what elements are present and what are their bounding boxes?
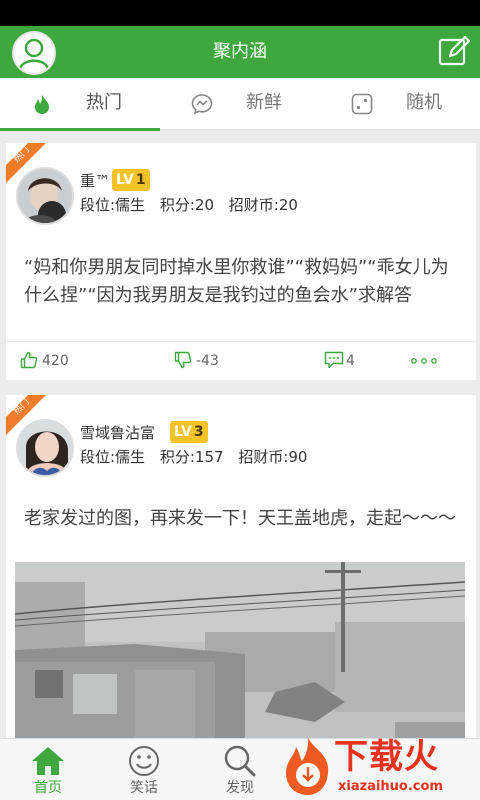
more-icon — [411, 358, 437, 364]
smiley-icon — [129, 746, 159, 776]
chat-bubble-icon — [191, 94, 213, 115]
post-text[interactable]: 老家发过的图，再来发一下！天王盖地虎，走起〜〜〜 — [24, 505, 464, 533]
thumbs-up-icon — [20, 351, 38, 369]
compose-button[interactable] — [438, 35, 471, 68]
post-card[interactable]: 热门 雪域鲁沾富 LV 3 段位:儒生 积分:157 招财币:90 老家发过的图，… — [6, 395, 476, 740]
watermark-url: xiazaihuo.com — [338, 779, 443, 794]
nav-discover-label: 发现 — [226, 780, 254, 796]
tab-random[interactable]: 随机 — [320, 78, 480, 130]
more-button[interactable] — [410, 350, 438, 372]
post-image[interactable] — [15, 562, 465, 740]
dice-icon — [351, 93, 373, 115]
user-rank: 段位:儒生 — [80, 196, 146, 214]
level-badge: LV 1 — [112, 169, 150, 191]
avatar[interactable] — [16, 419, 74, 477]
post-card[interactable]: 热门 重™ LV 1 段位:儒生 积分:20 招财币:20 “妈和你男朋友同时掉水… — [6, 143, 476, 380]
tab-hot-label: 热门 — [86, 92, 122, 113]
user-stats: 段位:儒生 积分:20 招财币:20 — [80, 195, 308, 215]
app-header: 聚内涵 — [0, 26, 480, 78]
nav-home[interactable]: 首页 — [0, 739, 96, 800]
active-tab-indicator — [0, 128, 160, 131]
profile-avatar-button[interactable] — [12, 31, 56, 75]
nav-jokes[interactable]: 笑话 — [96, 739, 192, 800]
flame-icon — [35, 94, 49, 114]
like-count: 420 — [42, 353, 69, 369]
search-icon — [224, 745, 256, 777]
nav-discover[interactable]: 发现 — [192, 739, 288, 800]
avatar[interactable] — [16, 167, 74, 225]
app-title: 聚内涵 — [213, 41, 267, 62]
comment-count: 4 — [346, 353, 355, 369]
thumbs-down-icon — [174, 351, 192, 369]
comment-icon — [324, 351, 344, 369]
tab-random-label: 随机 — [406, 92, 442, 113]
post-author[interactable]: 重™ — [80, 171, 110, 191]
flame-logo-icon — [286, 737, 329, 795]
post-text[interactable]: “妈和你男朋友同时掉水里你救谁”“救妈妈”“乖女儿为什么捏”“因为我男朋友是我钓… — [24, 254, 464, 310]
user-points: 积分:157 — [159, 448, 224, 466]
nav-home-label: 首页 — [34, 780, 62, 796]
tab-fresh-label: 新鲜 — [246, 92, 282, 113]
edit-icon — [438, 35, 471, 66]
tab-bar: 热门 新鲜 随机 — [0, 78, 480, 131]
nav-jokes-label: 笑话 — [130, 780, 158, 796]
tab-fresh[interactable]: 新鲜 — [160, 78, 320, 130]
user-stats: 段位:儒生 积分:157 招财币:90 — [80, 447, 317, 467]
post-actions: 420 -43 4 — [6, 341, 476, 380]
user-coins: 招财币:90 — [238, 448, 308, 466]
dislike-count: -43 — [196, 353, 219, 369]
level-badge: LV 3 — [170, 421, 208, 443]
user-points: 积分:20 — [159, 196, 214, 214]
user-icon — [18, 38, 50, 70]
watermark-logo: 下载火 xiazaihuo.com — [282, 735, 480, 800]
post-author[interactable]: 雪域鲁沾富 — [80, 423, 155, 443]
status-bar — [0, 0, 480, 26]
tab-hot[interactable]: 热门 — [0, 78, 160, 131]
home-icon — [32, 747, 64, 775]
watermark-text: 下载火 — [334, 737, 439, 777]
user-coins: 招财币:20 — [228, 196, 298, 214]
user-rank: 段位:儒生 — [80, 448, 146, 466]
